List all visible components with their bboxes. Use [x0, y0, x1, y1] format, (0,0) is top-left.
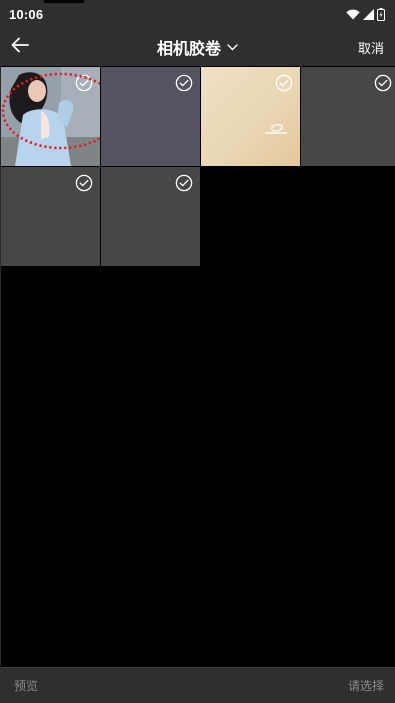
divider [0, 66, 1, 666]
status-time: 10:06 [9, 6, 44, 22]
check-circle-icon[interactable] [275, 74, 293, 92]
bottom-bar: 预览 请选择 [0, 667, 395, 703]
album-selector[interactable]: 相机胶卷 [0, 28, 395, 66]
wifi-icon [346, 9, 360, 20]
back-button[interactable] [8, 35, 32, 59]
grid-item-photo[interactable] [301, 67, 395, 166]
grid-item-photo[interactable] [101, 67, 200, 166]
grid-item-photo[interactable] [201, 67, 300, 166]
check-circle-icon[interactable] [175, 74, 193, 92]
cancel-button[interactable]: 取消 [358, 38, 384, 57]
grid-item-photo[interactable] [101, 167, 200, 266]
signal-icon [363, 8, 374, 20]
battery-icon [377, 7, 385, 21]
chevron-down-icon [227, 38, 238, 56]
arrow-left-icon [11, 37, 29, 58]
check-circle-icon[interactable] [374, 74, 392, 92]
status-icons [346, 7, 385, 21]
preview-button[interactable]: 预览 [14, 677, 38, 694]
camera-notch [44, 0, 84, 3]
check-circle-icon[interactable] [175, 174, 193, 192]
grid-item-photo[interactable] [1, 67, 100, 166]
grid-item-photo[interactable] [1, 167, 100, 266]
album-title: 相机胶卷 [156, 41, 221, 58]
select-confirm-button[interactable]: 请选择 [348, 677, 384, 694]
photo-picker-screen: 10:06 相机胶卷 取消 预览 请选择 [0, 0, 395, 703]
title-bar: 相机胶卷 取消 [0, 28, 395, 66]
check-circle-icon[interactable] [75, 174, 93, 192]
status-bar: 10:06 [0, 0, 395, 28]
